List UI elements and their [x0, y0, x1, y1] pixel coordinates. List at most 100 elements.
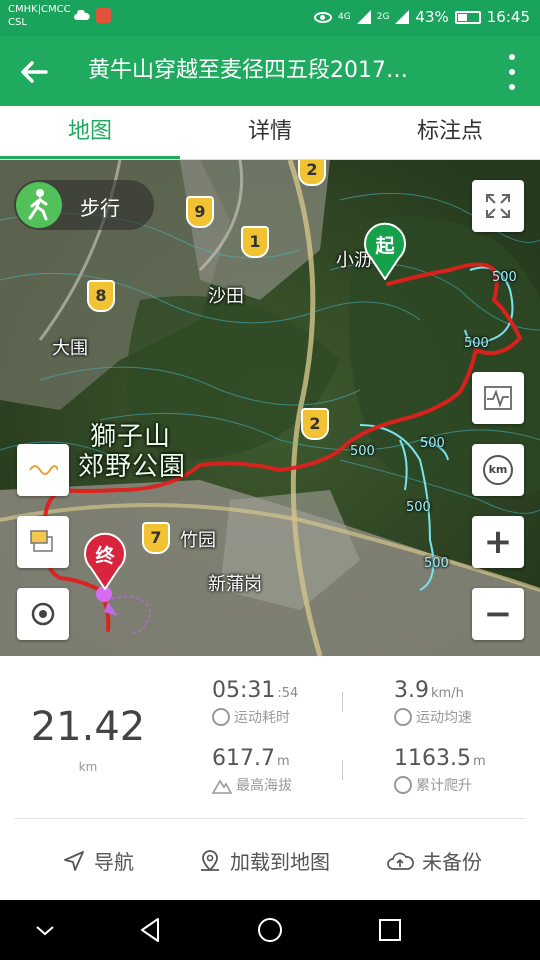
total-climb-label: 累计爬升	[416, 778, 472, 794]
km-markers-button[interactable]: km	[472, 444, 524, 496]
navigate-button[interactable]: 导航	[62, 846, 134, 875]
signal-4g-icon: 4G	[338, 11, 351, 22]
place-label-san-po-kong: 新蒲岗	[208, 574, 262, 595]
divider	[342, 760, 343, 780]
route-shield: 1	[241, 226, 269, 258]
chart-toggle-button[interactable]	[472, 372, 524, 424]
battery-level	[457, 13, 467, 21]
duration-value: 05:31	[212, 678, 276, 703]
park-label-line1: 獅子山	[90, 422, 172, 452]
load-to-map-label: 加载到地图	[230, 850, 330, 874]
expand-icon	[486, 194, 510, 218]
backup-button[interactable]: 未备份	[386, 846, 482, 875]
back-arrow-icon[interactable]	[16, 54, 52, 90]
park-label: 獅子山 郊野公園	[78, 422, 186, 482]
route-shield: 2	[298, 160, 326, 186]
speedometer-icon	[394, 708, 412, 726]
tab-details[interactable]: 详情	[180, 106, 360, 159]
distance-unit: km	[78, 760, 98, 774]
divider	[14, 818, 526, 819]
pulse-chart-icon	[484, 386, 512, 410]
signal-bars-icon	[356, 10, 371, 24]
start-marker[interactable]: 起	[362, 222, 408, 281]
wave-icon	[29, 465, 58, 475]
map-layers-button[interactable]	[17, 516, 69, 568]
walking-icon	[16, 182, 62, 228]
walk-mode-badge[interactable]: 步行	[14, 180, 154, 230]
carrier-line2: CSL	[8, 17, 27, 28]
walk-mode-label: 步行	[80, 196, 120, 220]
max-altitude-value: 617.7	[212, 746, 275, 771]
minus-icon: −	[483, 594, 513, 634]
total-climb-stat: 1163.5 m 累计爬升	[394, 746, 486, 795]
carrier-line1: CMHK|CMCC	[8, 4, 71, 15]
hide-nav-icon[interactable]	[30, 915, 60, 945]
cloud-upload-icon	[387, 852, 414, 870]
stopwatch-icon	[212, 708, 230, 726]
mountain-icon	[212, 779, 232, 794]
zoom-in-button[interactable]: +	[472, 516, 524, 568]
load-to-map-button[interactable]: 加载到地图	[198, 846, 330, 875]
avg-speed-value: 3.9	[394, 678, 429, 703]
km-icon: km	[483, 455, 513, 485]
map-view[interactable]: 500 500 500 500 500 500 沙田 大围 竹园 新蒲岗 小沥 …	[0, 160, 540, 656]
total-climb-value: 1163.5	[394, 746, 471, 771]
elevation-profile-button[interactable]	[17, 444, 69, 496]
location-pin-icon	[201, 849, 219, 871]
zoom-out-button[interactable]: −	[472, 588, 524, 640]
back-triangle-icon[interactable]	[136, 915, 166, 945]
navigate-label: 导航	[94, 850, 134, 874]
more-dot-icon	[509, 69, 515, 75]
tab-map[interactable]: 地图	[0, 106, 180, 159]
avg-speed-label: 运动均速	[416, 710, 472, 726]
climb-icon	[394, 776, 412, 794]
page-title: 黄牛山穿越至麦径四五段2017…	[88, 58, 408, 83]
start-marker-label: 起	[375, 235, 395, 257]
plus-icon: +	[483, 522, 513, 562]
navigation-arrow-icon	[64, 850, 84, 871]
cloud-icon	[74, 10, 90, 20]
layers-icon	[30, 530, 53, 552]
carrier-label: CMHK|CMCC CSL	[8, 3, 71, 29]
app-bar: 黄牛山穿越至麦径四五段2017…	[0, 36, 540, 106]
contour-label: 500	[492, 270, 517, 285]
duration-label: 运动耗时	[234, 710, 290, 726]
home-circle-icon[interactable]	[255, 915, 285, 945]
recents-square-icon[interactable]	[375, 915, 405, 945]
end-marker[interactable]: 终	[82, 532, 128, 591]
route-shield: 7	[142, 522, 170, 554]
duration-seconds: :54	[277, 686, 299, 701]
distance-value: 21.42	[30, 704, 146, 750]
more-menu-button[interactable]	[506, 54, 518, 90]
more-dot-icon	[509, 54, 515, 60]
signal-2g-icon: 2G	[376, 11, 390, 22]
satellite-terrain	[0, 160, 540, 656]
contour-label: 500	[424, 556, 449, 571]
more-dot-icon	[509, 84, 515, 90]
duration-stat: 05:31:54 运动耗时	[212, 678, 298, 727]
battery-percent: 43%	[415, 8, 449, 26]
stats-panel: 21.42 km 05:31:54 运动耗时 3.9 km/h 运动均速 617.…	[0, 656, 540, 900]
route-shield: 8	[87, 280, 115, 312]
signal-bars-icon-2	[395, 10, 410, 24]
place-label-tai-wai: 大围	[52, 338, 88, 359]
target-icon	[31, 602, 55, 626]
park-label-line2: 郊野公園	[78, 452, 187, 482]
tab-bar: 地图 详情 标注点	[0, 106, 540, 160]
place-label-chuk-yuen: 竹园	[180, 530, 216, 551]
total-climb-unit: m	[472, 754, 486, 769]
max-altitude-unit: m	[276, 754, 290, 769]
locate-button[interactable]	[17, 588, 69, 640]
system-nav-bar	[0, 900, 540, 960]
fullscreen-button[interactable]	[472, 180, 524, 232]
app-notification-icon	[96, 8, 111, 23]
backup-label: 未备份	[422, 850, 482, 874]
eye-comfort-icon	[314, 11, 333, 23]
route-shield: 9	[186, 196, 214, 228]
status-bar: CMHK|CMCC CSL 4G 2G 43% 16:45	[0, 0, 540, 36]
route-shield: 2	[301, 408, 329, 440]
place-label-shatin: 沙田	[208, 286, 244, 307]
contour-label: 500	[350, 444, 375, 459]
tab-waypoints[interactable]: 标注点	[360, 106, 540, 159]
divider	[342, 692, 343, 712]
